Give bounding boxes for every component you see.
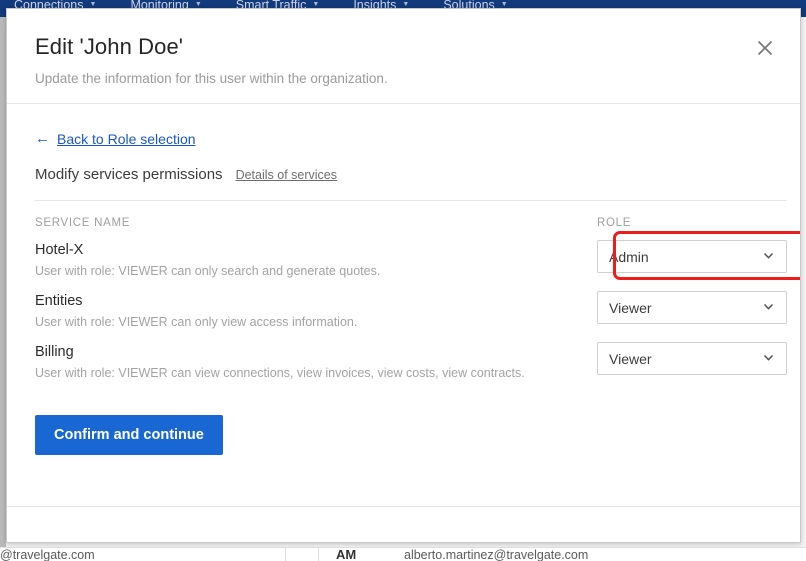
service-description: User with role: VIEWER can only search a… bbox=[35, 264, 381, 278]
dialog-body: ← Back to Role selection Modify services… bbox=[7, 104, 800, 506]
role-select-value: Viewer bbox=[609, 299, 652, 316]
role-select-value: Viewer bbox=[609, 350, 652, 367]
background-email-left: @travelgate.com bbox=[0, 548, 95, 561]
service-cell: Billing User with role: VIEWER can view … bbox=[35, 341, 597, 382]
screen: Connections ▼ Monitoring ▼ Smart Traffic… bbox=[0, 0, 806, 561]
chevron-down-icon: ▼ bbox=[89, 0, 97, 8]
service-cell: Entities User with role: VIEWER can only… bbox=[35, 290, 597, 331]
divider bbox=[318, 548, 319, 561]
section-header: Modify services permissions Details of s… bbox=[35, 166, 772, 183]
back-to-role-selection-link[interactable]: ← Back to Role selection bbox=[35, 131, 196, 147]
chevron-down-icon: ▼ bbox=[194, 0, 202, 8]
avatar: AM bbox=[336, 547, 357, 561]
dialog-footer bbox=[7, 506, 800, 542]
dialog-header: Edit 'John Doe' Update the information f… bbox=[7, 9, 800, 104]
background-user-row: @travelgate.com AM alberto.martinez@trav… bbox=[0, 547, 806, 561]
background-email-right: alberto.martinez@travelgate.com bbox=[404, 548, 589, 561]
table-row: Hotel-X User with role: VIEWER can only … bbox=[35, 231, 800, 290]
arrow-left-icon: ← bbox=[35, 130, 50, 147]
service-name: Billing bbox=[35, 344, 74, 360]
role-cell: Admin bbox=[597, 239, 787, 273]
back-link-label: Back to Role selection bbox=[57, 131, 196, 147]
page-title: Edit 'John Doe' bbox=[35, 34, 184, 59]
role-cell: Viewer bbox=[597, 290, 787, 324]
service-cell: Hotel-X User with role: VIEWER can only … bbox=[35, 239, 597, 280]
role-cell: Viewer bbox=[597, 341, 787, 375]
section-heading: Modify services permissions bbox=[35, 166, 223, 183]
table-row: Entities User with role: VIEWER can only… bbox=[35, 290, 787, 341]
service-description: User with role: VIEWER can only view acc… bbox=[35, 315, 358, 329]
role-select-billing[interactable]: Viewer bbox=[597, 342, 787, 375]
chevron-down-icon bbox=[762, 249, 775, 262]
service-name: Hotel-X bbox=[35, 242, 84, 258]
table-row: Billing User with role: VIEWER can view … bbox=[35, 341, 787, 392]
role-select-value: Admin bbox=[609, 248, 649, 265]
service-permissions-table: SERVICE NAME ROLE Hotel-X User with role… bbox=[35, 217, 800, 392]
chevron-down-icon: ▼ bbox=[500, 0, 508, 8]
role-select-entities[interactable]: Viewer bbox=[597, 291, 787, 324]
column-header-service-name: SERVICE NAME bbox=[35, 217, 131, 229]
divider bbox=[285, 548, 286, 561]
chevron-down-icon: ▼ bbox=[312, 0, 320, 8]
dialog-subtitle: Update the information for this user wit… bbox=[35, 71, 388, 86]
table-header-row: SERVICE NAME ROLE bbox=[35, 217, 787, 239]
confirm-and-continue-button[interactable]: Confirm and continue bbox=[35, 415, 223, 455]
section-divider bbox=[35, 200, 787, 201]
service-name: Entities bbox=[35, 293, 83, 309]
details-of-services-link[interactable]: Details of services bbox=[236, 168, 337, 182]
role-select-hotel-x[interactable]: Admin bbox=[597, 240, 787, 273]
column-header-role: ROLE bbox=[597, 217, 632, 229]
chevron-down-icon bbox=[762, 351, 775, 364]
service-description: User with role: VIEWER can view connecti… bbox=[35, 366, 525, 380]
chevron-down-icon: ▼ bbox=[402, 0, 410, 8]
close-icon bbox=[756, 39, 774, 57]
edit-user-dialog: Edit 'John Doe' Update the information f… bbox=[6, 8, 801, 543]
chevron-down-icon bbox=[762, 300, 775, 313]
close-button[interactable] bbox=[752, 35, 778, 61]
